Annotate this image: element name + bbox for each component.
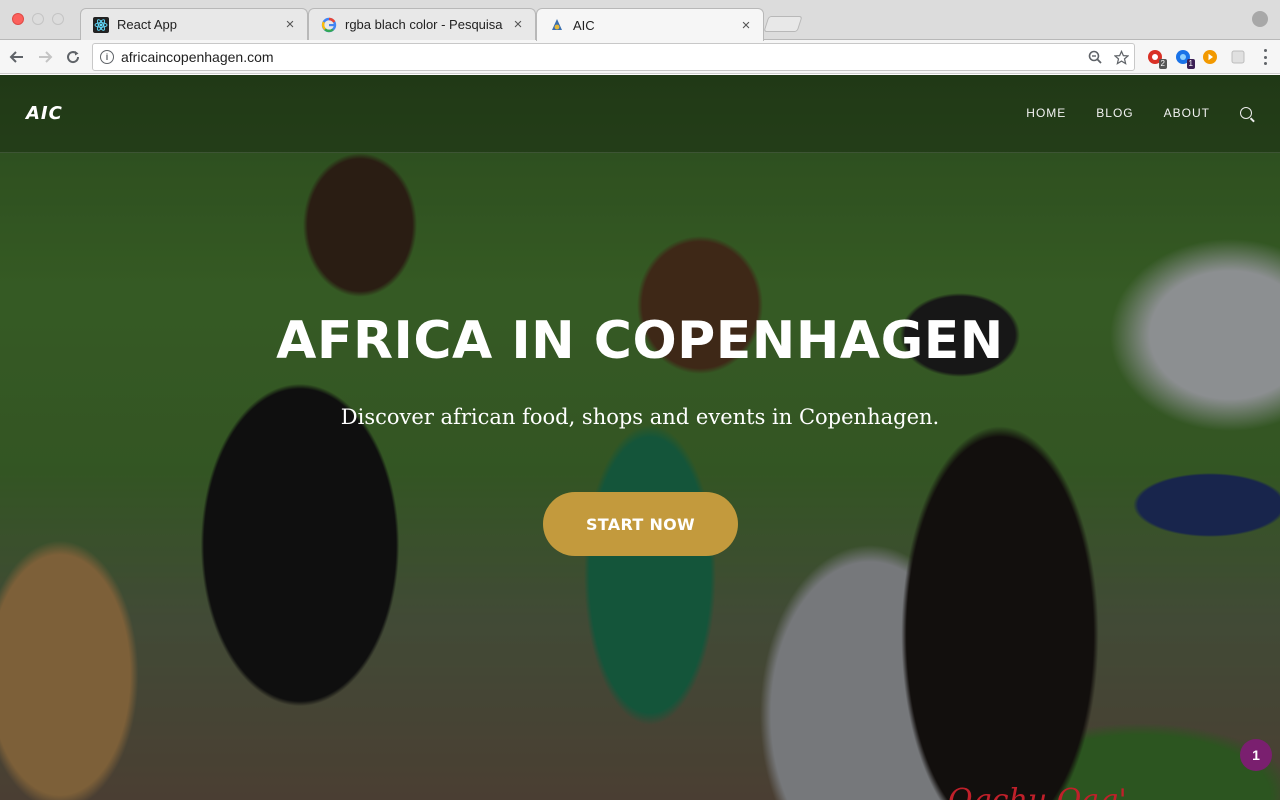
tab-aic[interactable]: AIC × xyxy=(536,8,764,41)
hero-title: AFRICA IN COPENHAGEN xyxy=(276,311,1004,371)
blue-extension-icon[interactable]: 1 xyxy=(1174,48,1195,69)
site-info-icon[interactable]: i xyxy=(100,50,114,64)
url-text[interactable]: africaincopenhagen.com xyxy=(121,49,1082,65)
partial-script-heading: Oqchu Oaq' xyxy=(948,783,1127,800)
site-logo[interactable]: AIC xyxy=(26,103,63,124)
back-arrow-icon[interactable] xyxy=(5,45,29,69)
address-bar[interactable]: i africaincopenhagen.com xyxy=(92,43,1135,71)
tab-react-app[interactable]: React App × xyxy=(80,8,308,40)
browser-tabstrip: React App × rgba blach color - Pesquisa … xyxy=(0,0,1280,41)
close-tab-icon[interactable]: × xyxy=(739,17,753,34)
tab-title: rgba blach color - Pesquisa Go xyxy=(345,17,505,32)
zoom-icon[interactable] xyxy=(1082,50,1108,64)
tab-title: AIC xyxy=(573,17,595,33)
chat-notification-badge[interactable]: 1 xyxy=(1240,739,1272,771)
browser-menu-icon[interactable] xyxy=(1264,49,1268,65)
extension-badge: 2 xyxy=(1158,59,1167,69)
close-tab-icon[interactable]: × xyxy=(283,16,297,33)
site-header: AIC HOME BLOG ABOUT xyxy=(0,75,1280,153)
maximize-window-button[interactable] xyxy=(52,13,64,25)
tab-google-search[interactable]: rgba blach color - Pesquisa Go × xyxy=(308,8,536,40)
google-icon xyxy=(321,17,337,33)
extension-badge: 1 xyxy=(1186,59,1195,69)
profile-icon[interactable] xyxy=(1252,11,1268,27)
forward-arrow-icon[interactable] xyxy=(33,45,57,69)
minimize-window-button[interactable] xyxy=(32,13,44,25)
site-nav: HOME BLOG ABOUT xyxy=(1026,106,1252,120)
tab-title: React App xyxy=(117,17,177,32)
reload-icon[interactable] xyxy=(61,45,85,69)
bookmark-star-icon[interactable] xyxy=(1108,49,1134,65)
nav-about-link[interactable]: ABOUT xyxy=(1164,106,1210,120)
gray-extension-icon[interactable] xyxy=(1229,48,1247,66)
start-now-button[interactable]: START NOW xyxy=(543,492,738,556)
red-extension-icon[interactable]: 2 xyxy=(1146,48,1167,69)
hero-overlay xyxy=(0,75,1280,800)
search-icon[interactable] xyxy=(1240,107,1252,119)
new-tab-button[interactable] xyxy=(763,16,803,32)
react-icon xyxy=(93,16,109,33)
aic-favicon xyxy=(549,17,565,33)
webpage: AIC HOME BLOG ABOUT AFRICA IN COPENHAGEN… xyxy=(0,75,1280,800)
close-tab-icon[interactable]: × xyxy=(511,16,525,33)
orange-play-extension-icon[interactable] xyxy=(1201,48,1219,66)
browser-toolbar: i africaincopenhagen.com 2 1 xyxy=(0,40,1280,74)
nav-home-link[interactable]: HOME xyxy=(1026,106,1066,120)
hero-subtitle: Discover african food, shops and events … xyxy=(340,405,940,429)
close-window-button[interactable] xyxy=(12,13,24,25)
nav-blog-link[interactable]: BLOG xyxy=(1096,106,1133,120)
